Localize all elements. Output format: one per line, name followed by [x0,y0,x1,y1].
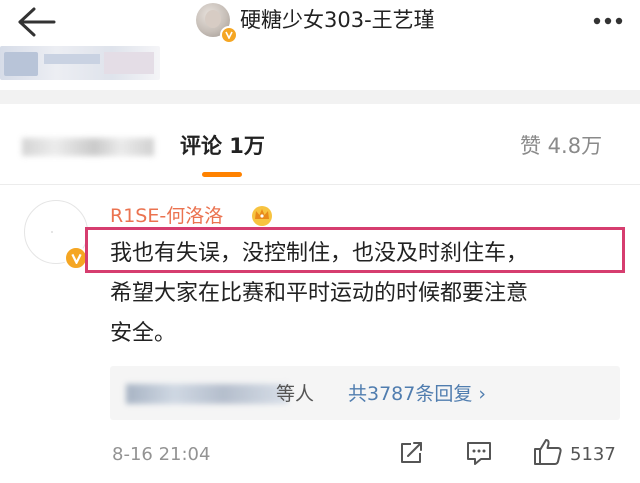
reply-names-blurred [126,384,288,404]
reply-who-suffix: 等人 [276,383,315,405]
comment-text: 我也有失误，没控制住，也没及时刹住车， 希望大家在比赛和平时运动的时候都要注意 … [110,234,630,354]
more-horizontal-icon [593,17,623,25]
section-divider [0,90,640,104]
tab-comments[interactable]: 评论 1万 [180,131,265,161]
post-thumbnail [104,52,154,74]
page-title: 硬糖少女303-王艺瑾 [240,8,435,32]
comment-line: 希望大家在比赛和平时运动的时候都要注意 [110,281,529,306]
comment-icon [467,442,491,465]
back-arrow-icon [18,7,56,37]
share-icon [401,442,422,463]
crown-icon [250,203,274,227]
reply-button[interactable] [464,438,494,468]
comment-line: 安全。 [110,321,177,346]
verified-v-icon [220,26,238,44]
like-button[interactable] [532,436,564,468]
reply-count-link[interactable]: 共3787条回复 › [348,381,486,407]
thumbs-up-icon [534,439,562,465]
tab-likes[interactable]: 赞 4.8万 [520,131,602,161]
comment-timestamp: 8-16 21:04 [112,444,211,465]
share-button[interactable] [396,438,426,468]
like-count: 5137 [570,444,616,465]
tab-reposts-blurred[interactable] [22,138,154,156]
commenter-username[interactable]: R1SE-何洛洛 [110,203,223,229]
post-thumbnail [44,54,100,64]
active-tab-indicator [202,172,242,177]
more-button[interactable] [588,6,628,36]
back-button[interactable] [14,4,58,40]
comment-line: 我也有失误，没控制住，也没及时刹住车， [110,241,529,266]
post-thumbnail [4,52,38,76]
